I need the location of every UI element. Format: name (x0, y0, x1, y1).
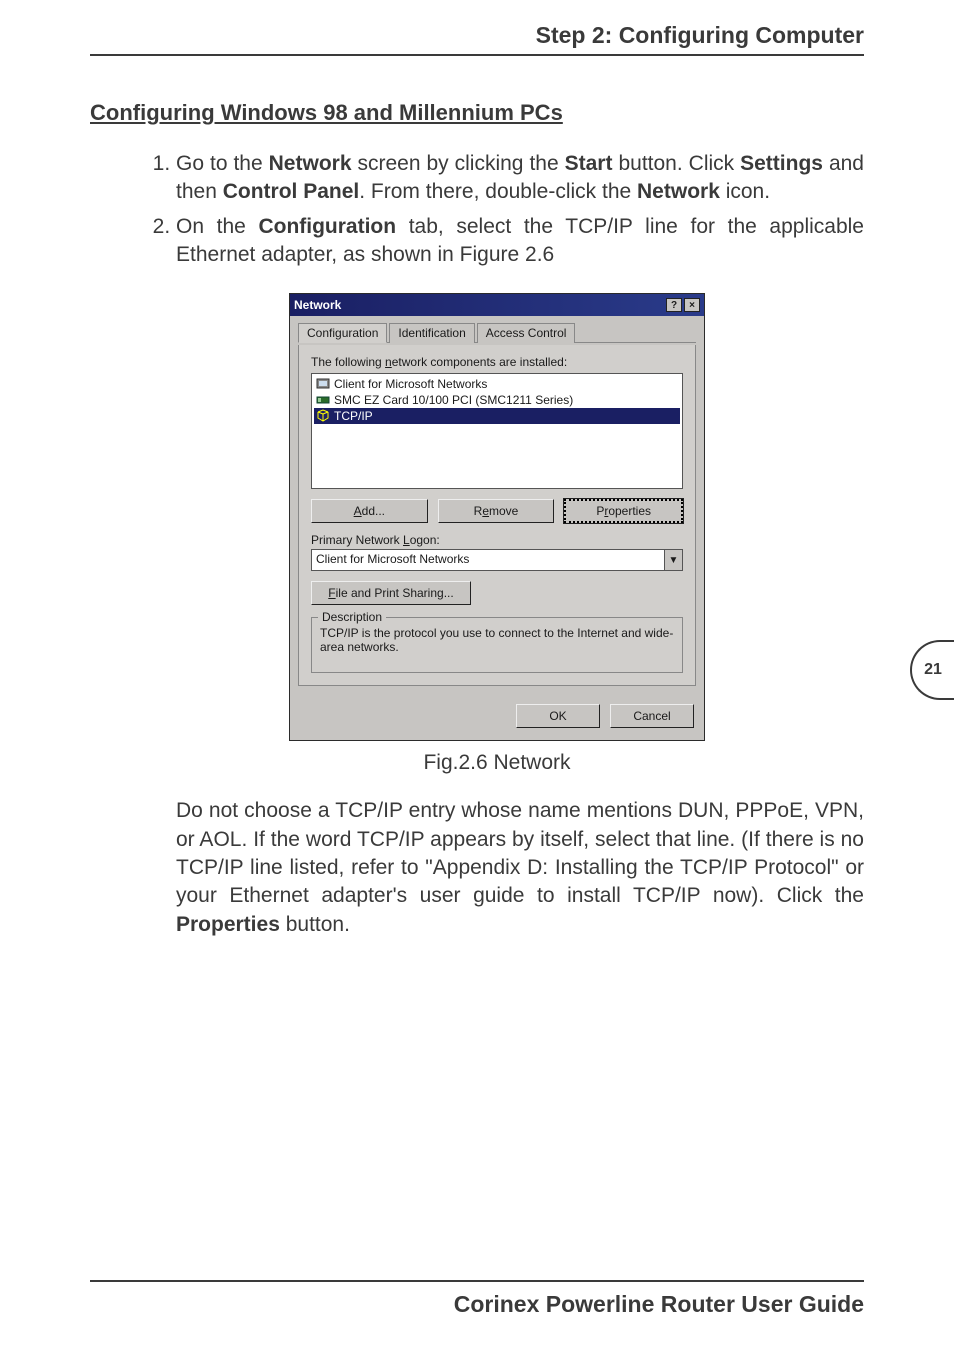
description-text: TCP/IP is the protocol you use to connec… (320, 626, 674, 654)
dialog-title: Network (294, 298, 664, 312)
page-header: Step 2: Configuring Computer (536, 22, 864, 49)
accelerator: L (403, 533, 410, 547)
header-rule (90, 54, 864, 56)
tab-row: Configuration Identification Access Cont… (298, 322, 696, 343)
page-footer: Corinex Powerline Router User Guide (454, 1291, 864, 1318)
ok-button[interactable]: OK (516, 704, 600, 728)
bold: Network (637, 180, 720, 203)
list-item-selected[interactable]: TCP/IP (314, 408, 680, 424)
text: button. (280, 913, 350, 936)
dialog-footer: OK Cancel (290, 694, 704, 740)
dialog-titlebar: Network ? × (290, 294, 704, 316)
step-1: Go to the Network screen by clicking the… (176, 150, 864, 207)
text: ogon: (410, 533, 440, 547)
adapter-icon (316, 393, 330, 407)
section-title: Configuring Windows 98 and Millennium PC… (90, 100, 563, 126)
text: Primary Network (311, 533, 403, 547)
text: Do not choose a TCP/IP entry whose name … (176, 799, 864, 907)
tab-identification[interactable]: Identification (389, 323, 474, 343)
text: P (596, 504, 604, 518)
page-number-tab: 21 (910, 640, 954, 700)
text: . From there, double-click the (359, 180, 637, 203)
list-item[interactable]: Client for Microsoft Networks (314, 376, 680, 392)
button-row: Add... Remove Properties (311, 499, 683, 523)
paragraph-after: Do not choose a TCP/IP entry whose name … (130, 797, 864, 939)
text: ile and Print Sharing... (336, 586, 454, 600)
list-item-label: SMC EZ Card 10/100 PCI (SMC1211 Series) (334, 393, 573, 407)
tab-access-control[interactable]: Access Control (477, 323, 576, 343)
network-dialog: Network ? × Configuration Identification… (289, 293, 705, 741)
tab-configuration[interactable]: Configuration (298, 323, 387, 343)
list-item[interactable]: SMC EZ Card 10/100 PCI (SMC1211 Series) (314, 392, 680, 408)
protocol-icon (316, 409, 330, 423)
primary-logon-label: Primary Network Logon: (311, 533, 683, 547)
group-title: Description (318, 610, 386, 624)
description-group: Description TCP/IP is the protocol you u… (311, 617, 683, 673)
installed-label: The following network components are ins… (311, 355, 683, 369)
text: icon. (720, 180, 770, 203)
components-listbox[interactable]: Client for Microsoft Networks SMC EZ Car… (311, 373, 683, 489)
figure-caption: Fig.2.6 Network (423, 751, 570, 775)
content-area: Go to the Network screen by clicking the… (130, 150, 864, 939)
accelerator: A (354, 504, 362, 518)
text: button. Click (612, 152, 740, 175)
text: move (489, 504, 518, 518)
close-button[interactable]: × (684, 298, 700, 312)
accelerator: e (482, 504, 489, 518)
accelerator: F (328, 586, 335, 600)
bold: Start (565, 152, 613, 175)
bold: Configuration (258, 215, 396, 238)
properties-button[interactable]: Properties (564, 499, 683, 523)
add-button[interactable]: Add... (311, 499, 428, 523)
bold: Control Panel (223, 180, 360, 203)
figure-wrap: Network ? × Configuration Identification… (130, 293, 864, 775)
cancel-button[interactable]: Cancel (610, 704, 694, 728)
bold: Properties (176, 913, 280, 936)
list-item-label: Client for Microsoft Networks (334, 377, 487, 391)
list-item-label: TCP/IP (334, 409, 373, 423)
text: screen by clicking the (352, 152, 565, 175)
bold: Settings (740, 152, 823, 175)
help-button[interactable]: ? (666, 298, 682, 312)
text: R (474, 504, 483, 518)
text: etwork components are installed: (392, 355, 567, 369)
text: Go to the (176, 152, 269, 175)
tab-panel: The following network components are ins… (298, 345, 696, 686)
text: dd... (362, 504, 385, 518)
bold: Network (269, 152, 352, 175)
combo-value: Client for Microsoft Networks (312, 550, 664, 570)
primary-logon-combo[interactable]: Client for Microsoft Networks ▼ (311, 549, 683, 571)
step-2: On the Configuration tab, select the TCP… (176, 213, 864, 270)
step-list: Go to the Network screen by clicking the… (130, 150, 864, 269)
text: The following (311, 355, 385, 369)
client-icon (316, 377, 330, 391)
fps-row: File and Print Sharing... (311, 581, 683, 605)
accelerator: n (385, 355, 392, 369)
chevron-down-icon[interactable]: ▼ (664, 550, 682, 570)
file-print-sharing-button[interactable]: File and Print Sharing... (311, 581, 471, 605)
remove-button[interactable]: Remove (438, 499, 555, 523)
text: On the (176, 215, 258, 238)
dialog-body: Configuration Identification Access Cont… (290, 316, 704, 694)
footer-rule (90, 1280, 864, 1282)
text: operties (608, 504, 651, 518)
